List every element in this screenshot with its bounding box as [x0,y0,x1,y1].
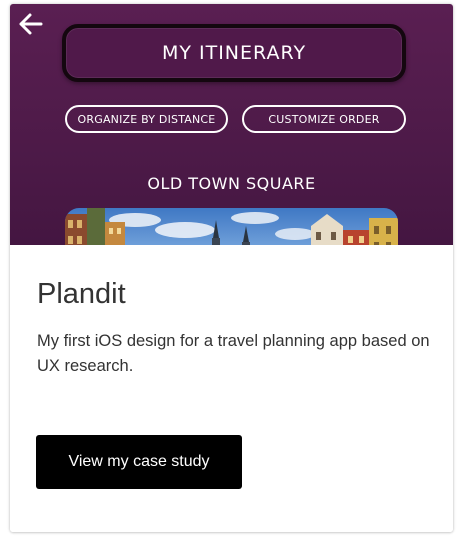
project-title: Plandit [37,278,126,310]
old-town-square-photo [65,208,398,245]
back-arrow-icon [19,13,43,35]
customize-order-button: CUSTOMIZE ORDER [242,105,406,133]
place-title: OLD TOWN SQUARE [147,174,316,193]
itinerary-title: MY ITINERARY [161,42,307,64]
card-body: Plandit My first iOS design for a travel… [10,245,453,532]
organize-by-distance-button: ORGANIZE BY DISTANCE [65,105,228,133]
view-case-study-button[interactable]: View my case study [36,435,242,489]
itinerary-title-box: MY ITINERARY [62,24,406,82]
project-description: My first iOS design for a travel plannin… [37,332,430,375]
project-card: MY ITINERARY ORGANIZE BY DISTANCE CUSTOM… [10,4,453,532]
project-preview-image: MY ITINERARY ORGANIZE BY DISTANCE CUSTOM… [10,4,453,245]
